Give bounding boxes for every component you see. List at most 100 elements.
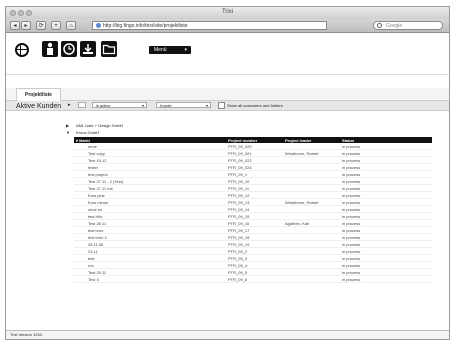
table-row[interactable]: Kurs minus PTR_09_13 Westhorne, Robert in p… [74, 198, 432, 206]
add-bookmark-button[interactable]: + [51, 21, 61, 30]
globe-icon[interactable] [15, 43, 29, 57]
table-cell: Test 15.12 [74, 156, 226, 164]
table-row[interactable]: test project PTR_09_1 in process [74, 170, 432, 178]
table-cell: in process [340, 184, 432, 192]
filter-kunde-value: Kunde [160, 103, 172, 108]
chevron-down-icon: ▾ [184, 47, 187, 53]
group-row[interactable]: ▼ Krouz GmbH [66, 129, 123, 136]
site-icon [96, 23, 101, 28]
table-cell: in process [340, 205, 432, 213]
table-cell: PTR_09_10 [226, 177, 283, 185]
table-cell: PTR_09_5 [226, 268, 283, 276]
table-cell: PTR_09_18 [226, 233, 283, 241]
table-cell: in process [340, 275, 432, 283]
address-bar[interactable]: http://big.fingo.info/trixi/site/projekt… [92, 21, 327, 30]
menu-select[interactable]: Menü ▾ [149, 46, 191, 54]
table-row[interactable]: Test 28.11 PTR_09_16 Agathen, Karl in proce… [74, 219, 432, 227]
table-cell: PTR_09_3 [226, 254, 283, 262]
table-cell [283, 247, 340, 255]
download-icon[interactable] [80, 41, 96, 57]
table-cell: Kurs minus [74, 198, 226, 206]
table-row[interactable]: 23.11 PTR_09_2 in process [74, 247, 432, 255]
table-cell: PTR_09_1 [226, 170, 283, 178]
table-row[interactable]: Test 3 PTR_09_6 in process [74, 275, 432, 283]
table-cell: in process [340, 198, 432, 206]
table-cell: 23.11 [74, 247, 226, 255]
table-cell: 28.11.06 [74, 240, 226, 248]
table-row[interactable]: Kurs plus PTR_09_12 in process [74, 191, 432, 199]
table-cell: in process [340, 163, 432, 171]
group-row[interactable]: ▶ AML Liste + Design GmbH [66, 122, 123, 129]
table-row[interactable]: n/a PTR_09_4 in process [74, 261, 432, 269]
table-cell: Westhorne, Robert [283, 198, 340, 206]
table-cell [283, 275, 340, 283]
table-cell: Test 28.11 [74, 219, 226, 227]
table-row[interactable]: Test 25.11 PTR_09_5 in process [74, 268, 432, 276]
filter-kunde-select[interactable]: Kunde ▾ [156, 102, 211, 108]
filter-select-1[interactable] [78, 102, 86, 108]
table-cell: in process [340, 177, 432, 185]
table-row[interactable]: test lxxiv PTR_09_17 in process [74, 226, 432, 234]
table-cell: PTR_09_12 [226, 191, 283, 199]
table-cell: ohne es [74, 205, 226, 213]
expand-arrow-icon[interactable]: ▸ [68, 101, 71, 110]
search-field[interactable]: Google [373, 21, 443, 30]
group-label: AML Liste + Design GmbH [76, 123, 124, 128]
table-cell: in process [340, 149, 432, 157]
home-button[interactable]: ⌂ [66, 21, 76, 30]
table-cell: PTR_09_19 [226, 240, 283, 248]
table-cell [283, 170, 340, 178]
app-header: Menü ▾ [6, 33, 449, 75]
title-bar: Trixi [6, 7, 449, 19]
table-cell: in process [340, 233, 432, 241]
reload-button[interactable]: ⟳ [36, 21, 46, 30]
table-cell [283, 191, 340, 199]
back-button[interactable]: ◂ [10, 21, 20, 30]
filter-bar: ▸ is active ▾ Kunde ▾ Show all customers… [6, 101, 449, 111]
table-body: neue PTR_09_020 in process Test copy PTR_09_… [74, 143, 432, 283]
table-cell [283, 233, 340, 241]
table-row[interactable]: test Hilo PTR_09_15 in process [74, 212, 432, 220]
person-icon[interactable] [42, 41, 58, 57]
clock-icon[interactable] [61, 41, 77, 57]
search-placeholder: Google [386, 23, 403, 29]
table-cell: in process [340, 191, 432, 199]
table-row[interactable]: test lxxiv 2 PTR_09_18 in process [74, 233, 432, 241]
table-cell: PTR_09_14 [226, 205, 283, 213]
browser-window: Trixi ◂ ▸ ⟳ + ⌂ http://big.fingo.info/tr… [5, 6, 450, 340]
table-cell: Kurs plus [74, 191, 226, 199]
page-title: Aktive Kunden [16, 103, 62, 110]
table-row[interactable]: test PTR_09_3 in process [74, 254, 432, 262]
table-cell: Test 27.11 mit [74, 184, 226, 192]
table-cell: Test 27.11 - 2 (Test) [74, 177, 226, 185]
tab-projektliste[interactable]: Projektliste [16, 88, 61, 101]
table-row[interactable]: Test 27.11 - 2 (Test) PTR_09_10 in process [74, 177, 432, 185]
table-row[interactable]: ohne es PTR_09_14 in process [74, 205, 432, 213]
table-row[interactable]: tester PTR_09_024 in process [74, 163, 432, 171]
chevron-down-icon: ▾ [141, 103, 144, 108]
menu-select-value: Menü [154, 47, 167, 53]
table-cell [283, 212, 340, 220]
table-cell: Test 25.11 [74, 268, 226, 276]
table-cell [283, 156, 340, 164]
folder-icon[interactable] [101, 41, 117, 57]
table-row[interactable]: Test copy PTR_09_021 Westhorne, Robert in p… [74, 149, 432, 157]
header-label: Markt [79, 137, 90, 143]
table-cell [283, 163, 340, 171]
show-all-checkbox[interactable] [218, 102, 225, 109]
table-cell: test Hilo [74, 212, 226, 220]
table-cell: tester [74, 163, 226, 171]
table-cell: PTR_09_15 [226, 212, 283, 220]
filter-status-select[interactable]: is active ▾ [92, 102, 147, 108]
table-cell [283, 268, 340, 276]
collapsed-arrow-icon: ▶ [66, 123, 70, 128]
project-table: ▾ Markt Project number Project leader St… [74, 137, 432, 283]
forward-button[interactable]: ▸ [21, 21, 31, 30]
table-row[interactable]: Test 15.12 PTR_09_022 in process [74, 156, 432, 164]
table-row[interactable]: 28.11.06 PTR_09_19 in process [74, 240, 432, 248]
table-cell: in process [340, 261, 432, 269]
table-cell: Westhorne, Robert [283, 149, 340, 157]
table-cell: test project [74, 170, 226, 178]
table-cell: in process [340, 268, 432, 276]
table-row[interactable]: Test 27.11 mit PTR_09_11 in process [74, 184, 432, 192]
